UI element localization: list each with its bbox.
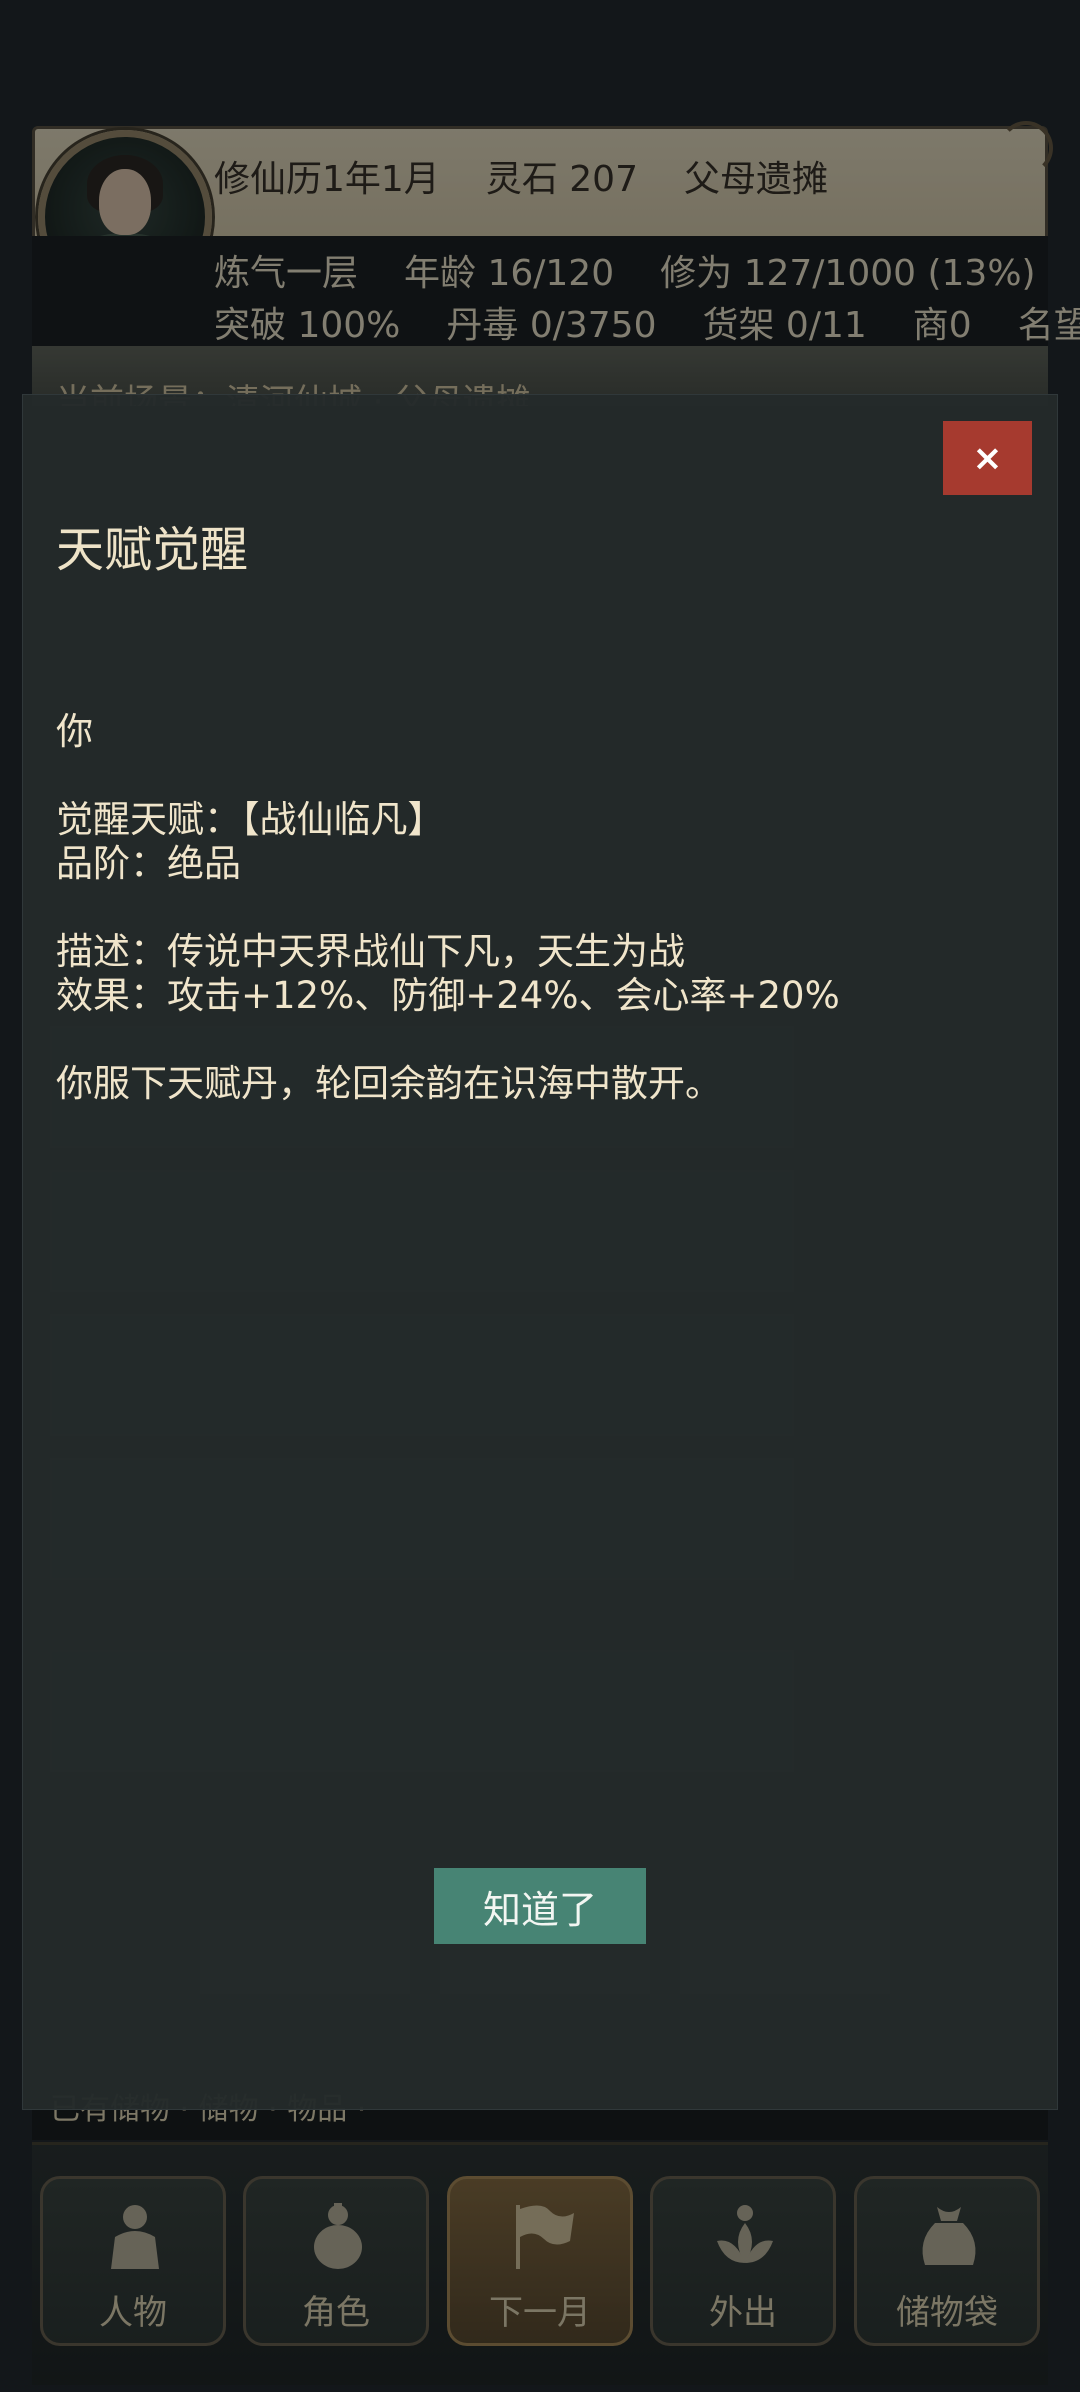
talent-awakening-dialog	[22, 394, 1058, 2110]
dialog-body: 你 觉醒天赋：【战仙临凡】 品阶：绝品 描述：传说中天界战仙下凡，天生为战 效果…	[56, 710, 1016, 1106]
body-line	[56, 886, 1016, 930]
app-root: 修仙历1年1月 灵石 207 父母遗摊 炼气一层 年龄 16/120 修为 12…	[0, 0, 1080, 2392]
talent-name-line: 觉醒天赋：【战仙临凡】	[56, 798, 445, 841]
close-icon: ×	[972, 437, 1003, 479]
dialog-title: 天赋觉醒	[56, 522, 249, 578]
close-button[interactable]: ×	[943, 421, 1032, 495]
body-line: 你	[56, 710, 93, 753]
talent-effect-line: 效果：攻击+12%、防御+24%、会心率+20%	[56, 974, 840, 1017]
talent-description-line: 描述：传说中天界战仙下凡，天生为战	[56, 930, 685, 973]
body-line: 你服下天赋丹，轮回余韵在识海中散开。	[56, 1062, 722, 1105]
body-line	[56, 1018, 1016, 1062]
confirm-button[interactable]: 知道了	[434, 1868, 646, 1944]
body-line	[56, 754, 1016, 798]
talent-grade-line: 品阶：绝品	[56, 842, 241, 885]
